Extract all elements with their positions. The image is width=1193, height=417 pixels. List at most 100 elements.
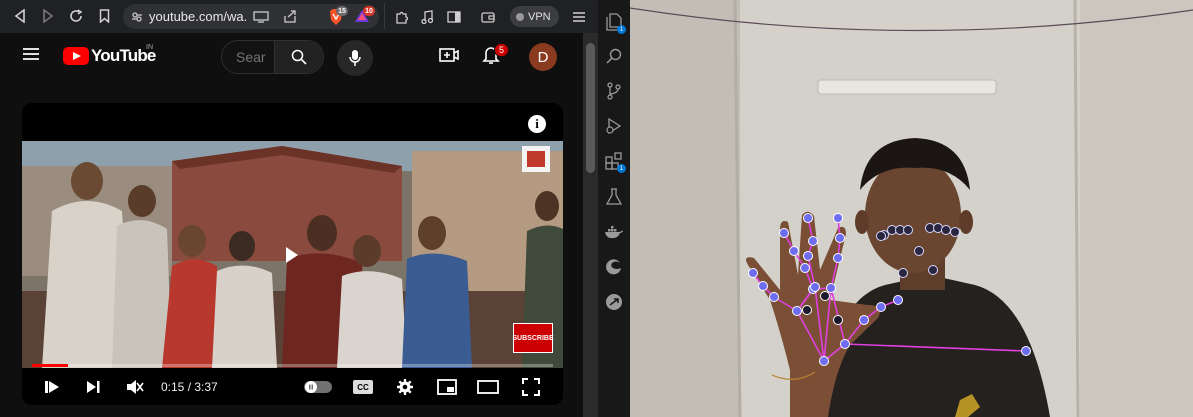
- autoplay-toggle[interactable]: [303, 375, 333, 399]
- extensions-button[interactable]: [388, 3, 416, 31]
- landmark-overlay: [748, 213, 1031, 366]
- voice-search-button[interactable]: [337, 40, 373, 76]
- progress-bar[interactable]: [32, 364, 553, 367]
- docker-whale-icon: [605, 226, 623, 239]
- fullscreen-icon: [522, 378, 540, 396]
- forward-arrow-icon: [43, 9, 54, 23]
- muted-speaker-icon: [127, 380, 144, 394]
- hand-landmark: [893, 295, 903, 305]
- edge-browser-icon: [606, 259, 621, 275]
- sidebar-button[interactable]: [440, 3, 468, 31]
- forward-button[interactable]: [34, 2, 62, 30]
- fullscreen-button[interactable]: [519, 375, 543, 399]
- landmark-connection: [844, 343, 1027, 352]
- vscode-activity-bar: 1 1: [598, 0, 630, 417]
- toolbar-divider: [384, 3, 385, 29]
- remote-icon: [606, 294, 622, 310]
- site-settings-icon: [132, 11, 142, 22]
- guide-menu-button[interactable]: [22, 47, 40, 66]
- scrollbar-thumb[interactable]: [586, 43, 595, 173]
- camera-window: [630, 0, 1193, 417]
- youtube-logo[interactable]: YouTube: [63, 46, 156, 66]
- browser-menu-button[interactable]: [565, 3, 593, 31]
- face-landmark: [903, 225, 913, 235]
- back-arrow-icon: [14, 9, 25, 23]
- avatar[interactable]: D: [529, 43, 557, 71]
- create-video-icon: [439, 48, 459, 62]
- extensions-badge: 1: [617, 164, 626, 173]
- brave-shields-button[interactable]: 15: [328, 6, 348, 26]
- face-landmark: [876, 231, 886, 241]
- sidebar-icon: [447, 11, 461, 23]
- cast-icon[interactable]: [253, 10, 269, 23]
- search-icon: [606, 48, 622, 64]
- youtube-header: YouTube IN 5 D: [0, 33, 583, 81]
- subscribe-watermark[interactable]: SUBSCRIBE: [512, 323, 554, 353]
- browser-toolbar: youtube.com/wa... 15 10 VPN: [0, 0, 598, 33]
- info-icon[interactable]: i: [528, 115, 546, 133]
- play-icon: [45, 381, 59, 393]
- landmark-connection: [796, 310, 825, 362]
- gear-icon: [397, 379, 413, 395]
- puzzle-icon: [396, 11, 409, 24]
- search-button[interactable]: [274, 41, 323, 73]
- share-icon[interactable]: [283, 9, 297, 24]
- hand-landmark: [810, 282, 820, 292]
- explorer-badge: 1: [617, 25, 626, 34]
- notification-count-badge: 5: [494, 43, 509, 57]
- music-note-icon: [421, 10, 433, 24]
- hamburger-menu-icon: [573, 12, 585, 22]
- search-tab[interactable]: [603, 45, 625, 67]
- bookmark-icon: [99, 9, 109, 23]
- region-code: IN: [146, 44, 153, 51]
- miniplayer-icon: [437, 379, 457, 395]
- create-button[interactable]: [438, 46, 460, 69]
- bookmark-button[interactable]: [90, 2, 118, 30]
- hand-landmark: [835, 233, 845, 243]
- video-player[interactable]: i SUBSCRIBE 0:15 / 3:37 CC: [22, 103, 563, 405]
- player-controls: 0:15 / 3:37 CC: [22, 369, 563, 405]
- search-input[interactable]: [222, 41, 274, 73]
- media-button[interactable]: [413, 3, 441, 31]
- hand-landmark: [792, 306, 802, 316]
- page-scrollbar[interactable]: [583, 33, 598, 417]
- hand-landmark: [833, 315, 843, 325]
- run-debug-icon: [606, 117, 622, 135]
- rewards-count-badge: 10: [363, 6, 375, 16]
- vpn-button[interactable]: VPN: [510, 6, 559, 27]
- hand-landmark: [769, 292, 779, 302]
- face-landmark: [941, 225, 951, 235]
- back-button[interactable]: [6, 2, 34, 30]
- shields-count-badge: 15: [336, 6, 348, 16]
- face-landmark: [898, 268, 908, 278]
- edge-devtools-tab[interactable]: [603, 256, 625, 278]
- source-control-tab[interactable]: [603, 80, 625, 102]
- docker-tab[interactable]: [603, 221, 625, 243]
- hand-landmark: [876, 302, 886, 312]
- url-text: youtube.com/wa...: [149, 9, 247, 24]
- testing-tab[interactable]: [603, 186, 625, 208]
- miniplayer-button[interactable]: [435, 375, 459, 399]
- next-button[interactable]: [81, 375, 105, 399]
- settings-button[interactable]: [393, 375, 417, 399]
- theater-mode-button[interactable]: [476, 375, 500, 399]
- hand-landmark: [833, 253, 843, 263]
- run-debug-tab[interactable]: [603, 115, 625, 137]
- video-frame[interactable]: SUBSCRIBE: [22, 141, 563, 368]
- hand-landmark: [748, 268, 758, 278]
- captions-button[interactable]: CC: [351, 375, 375, 399]
- reload-button[interactable]: [62, 2, 90, 30]
- remote-explorer-tab[interactable]: [603, 291, 625, 313]
- wallet-button[interactable]: [474, 3, 502, 31]
- brave-rewards-button[interactable]: 10: [354, 6, 375, 26]
- hand-landmark: [803, 251, 813, 261]
- face-landmark: [928, 265, 938, 275]
- hand-landmark: [803, 213, 813, 223]
- hand-landmark: [840, 339, 850, 349]
- play-button[interactable]: [40, 375, 64, 399]
- mute-button[interactable]: [123, 375, 147, 399]
- explorer-tab[interactable]: 1: [603, 11, 626, 34]
- face-landmark: [914, 246, 924, 256]
- extensions-tab[interactable]: 1: [603, 150, 626, 173]
- progress-fill: [32, 364, 68, 367]
